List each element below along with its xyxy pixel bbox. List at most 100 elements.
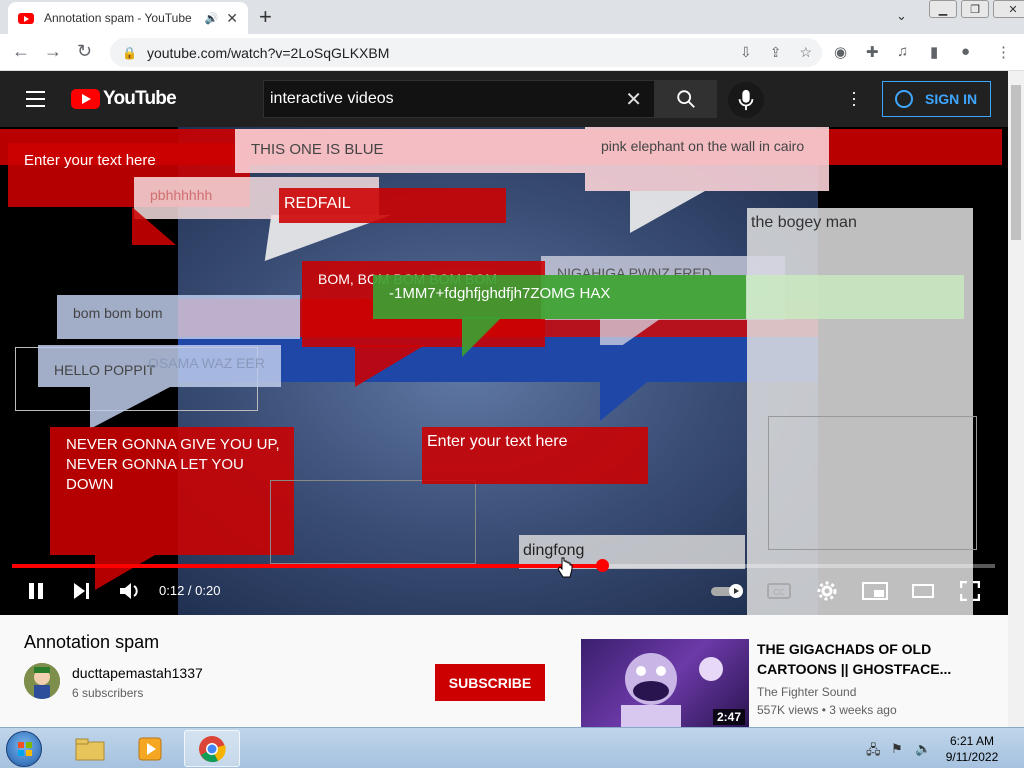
back-arrow-icon[interactable]: ←	[12, 41, 30, 62]
seek-bar-played	[12, 564, 602, 568]
screen: Annotation spam - YouTube 🔊 ✕ + ⌄ ▁ ❐ ✕ …	[0, 0, 1024, 768]
hamburger-menu-icon[interactable]	[26, 91, 45, 112]
channel-avatar[interactable]	[24, 663, 60, 699]
account-circle-icon	[895, 90, 913, 108]
audio-playing-icon[interactable]: 🔊	[205, 12, 219, 25]
folder-icon	[75, 738, 105, 760]
voice-search-button[interactable]	[728, 82, 764, 118]
annotation-speech-bubble[interactable]: NEVER GONNA GIVE YOU UP, NEVER GONNA LET…	[50, 427, 294, 555]
recommended-thumbnail[interactable]: 2:47	[581, 639, 749, 727]
annotation-tail	[132, 207, 176, 245]
windows-logo-icon	[18, 742, 32, 756]
channel-name[interactable]: ducttapemastah1337	[72, 665, 203, 681]
annotation-tail	[600, 345, 692, 421]
start-button[interactable]	[6, 731, 42, 767]
video-title: Annotation spam	[24, 632, 160, 652]
restore-window-button[interactable]: ❐	[961, 0, 989, 18]
annotation-green-note[interactable]: -1MM7+fdghfjghdfjh7ZOMG HAX	[373, 275, 746, 319]
sign-in-button[interactable]: SIGN IN	[882, 81, 991, 117]
tab-search-chevron-icon[interactable]: ⌄	[896, 8, 907, 24]
media-control-icon[interactable]: ♫	[897, 43, 908, 60]
new-tab-button[interactable]: +	[259, 4, 272, 30]
settings-gear-icon[interactable]	[816, 580, 838, 602]
volume-tray-icon[interactable]: 🔈	[915, 741, 931, 757]
taskbar-clock[interactable]: 6:21 AM 9/11/2022	[944, 733, 1000, 765]
annotation-pink-note[interactable]: THIS ONE IS BLUE	[235, 129, 585, 173]
close-window-button[interactable]: ✕	[993, 0, 1024, 18]
video-details: Annotation spam ducttapemastah1337 6 sub…	[0, 615, 1008, 727]
annotation-text: pbhhhhhh	[150, 187, 213, 203]
tab-title: Annotation spam - YouTube	[44, 11, 192, 25]
sign-in-label: SIGN IN	[925, 91, 978, 107]
time-display: 0:12 / 0:20	[159, 583, 221, 598]
annotation-tail	[355, 345, 425, 387]
youtube-logo[interactable]: YouTube	[71, 88, 177, 110]
captions-icon[interactable]: CC	[767, 582, 791, 600]
annotation-blue-note[interactable]: bom bom bom	[57, 295, 300, 339]
taskbar-explorer[interactable]	[62, 730, 118, 767]
annotation-pink-note[interactable]: pink elephant on the wall in cairo	[585, 127, 829, 191]
lock-icon[interactable]: 🔒	[122, 46, 137, 60]
video-duration: 2:47	[712, 709, 745, 725]
browser-tab-strip: Annotation spam - YouTube 🔊 ✕ + ⌄ ▁ ❐ ✕	[0, 0, 1024, 34]
chrome-icon	[199, 735, 226, 762]
windows-taskbar: 🖧 ⚑ 🔈 6:21 AM 9/11/2022	[0, 727, 1024, 768]
autoplay-toggle-icon[interactable]	[710, 583, 746, 599]
pause-icon[interactable]	[27, 582, 45, 600]
youtube-header: YouTube interactive videos ✕ · · · SIGN IN	[0, 71, 1008, 127]
search-icon	[677, 90, 695, 108]
miniplayer-icon[interactable]	[862, 582, 888, 600]
extension-icon[interactable]: ◉	[834, 43, 847, 61]
chrome-menu-icon[interactable]: ⋮	[996, 43, 1011, 61]
url-text[interactable]: youtube.com/watch?v=2LoSqGLKXBM	[147, 45, 740, 61]
search-query[interactable]: interactive videos	[270, 90, 625, 108]
bookmark-star-icon[interactable]: ☆	[799, 44, 812, 61]
volume-icon[interactable]	[119, 581, 141, 601]
annotation-speech-bubble[interactable]: REDFAIL	[279, 188, 506, 223]
minimize-window-button[interactable]: ▁	[929, 0, 957, 18]
annotation-blue-note[interactable]: HELLO POPPIT OSAMA WAZ EER	[38, 345, 281, 387]
subscribe-button[interactable]: SUBSCRIBE	[435, 664, 545, 701]
scrollbar-thumb[interactable]	[1011, 85, 1021, 240]
share-icon[interactable]: ⇪	[770, 44, 782, 61]
install-app-icon[interactable]: ⇩	[740, 44, 752, 61]
taskbar-chrome[interactable]	[184, 730, 240, 767]
seek-bar-scrubber[interactable]	[595, 559, 609, 572]
annotation-speech-bubble[interactable]: Enter your text here	[422, 427, 648, 484]
annotation-text: THIS ONE IS BLUE	[251, 141, 384, 158]
theater-mode-icon[interactable]	[912, 584, 934, 598]
annotation-tail	[90, 387, 170, 429]
seek-bar[interactable]	[12, 559, 995, 572]
media-player-icon	[138, 737, 162, 760]
next-video-icon[interactable]	[73, 582, 91, 600]
action-center-tray-icon[interactable]: ⚑	[891, 741, 903, 757]
clock-date: 9/11/2022	[945, 750, 999, 764]
address-bar[interactable]: 🔒 youtube.com/watch?v=2LoSqGLKXBM ⇩ ⇪ ☆	[110, 38, 822, 67]
side-panel-icon[interactable]: ▮	[930, 43, 938, 61]
browser-tab[interactable]: Annotation spam - YouTube 🔊 ✕	[8, 2, 248, 34]
annotation-text: REDFAIL	[284, 195, 351, 212]
search-button[interactable]	[655, 80, 717, 118]
video-player[interactable]: Enter your text here THIS ONE IS BLUE pi…	[0, 127, 1008, 615]
annotation-text: HELLO POPPIT	[54, 362, 156, 378]
page-scrollbar[interactable]	[1008, 71, 1024, 727]
taskbar-media-player[interactable]	[122, 730, 178, 767]
youtube-favicon-icon	[18, 12, 34, 24]
profile-icon[interactable]: ●	[961, 43, 970, 60]
recommended-title[interactable]: THE GIGACHADS OF OLD CARTOONS || GHOSTFA…	[757, 639, 987, 679]
network-tray-icon[interactable]: 🖧	[866, 741, 881, 763]
extensions-puzzle-icon[interactable]: ✚	[866, 43, 879, 61]
annotation-text: Enter your text here	[24, 152, 156, 169]
youtube-logo-text: YouTube	[103, 88, 177, 109]
annotation-text: -1MM7+fdghfjghdfjh7ZOMG HAX	[389, 285, 611, 302]
fullscreen-icon[interactable]	[960, 581, 980, 601]
reload-icon[interactable]: ↻	[77, 41, 92, 62]
clear-search-icon[interactable]: ✕	[625, 87, 642, 112]
forward-arrow-icon[interactable]: →	[44, 41, 62, 62]
subscriber-count: 6 subscribers	[72, 686, 144, 700]
annotation-text: bom bom bom	[73, 305, 163, 321]
close-tab-icon[interactable]: ✕	[226, 10, 238, 27]
settings-kebab-icon[interactable]: · · ·	[851, 83, 857, 113]
search-input[interactable]: interactive videos ✕	[263, 80, 655, 118]
recommended-meta: 557K views • 3 weeks ago	[757, 703, 897, 717]
